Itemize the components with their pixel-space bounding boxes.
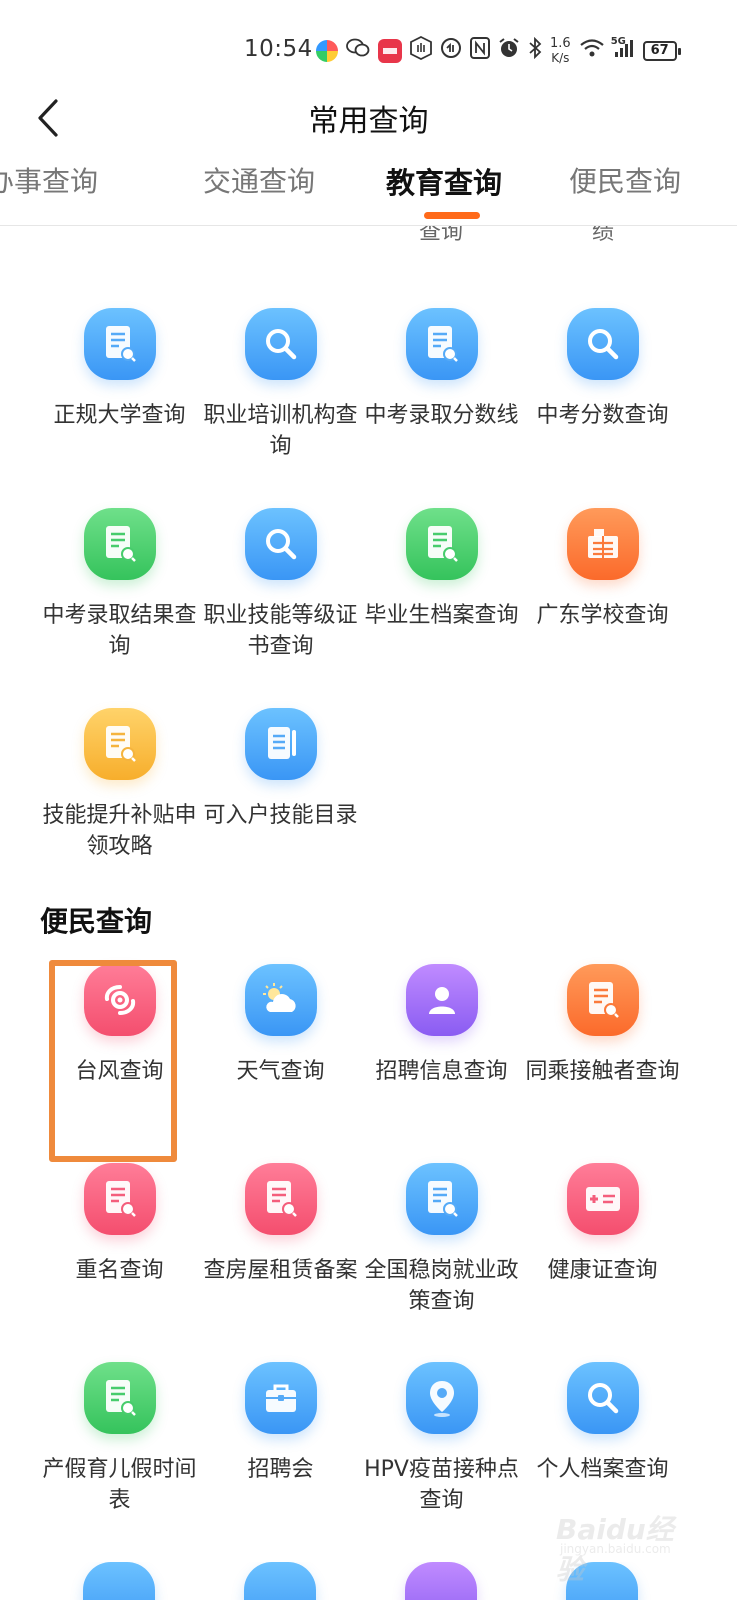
grid-item-label: 招聘会 (247, 1457, 314, 1482)
grid-item-regular-university[interactable]: 正规大学查询 (37, 308, 202, 431)
wechat-icon (346, 37, 370, 64)
grid-item-duplicate-name[interactable]: 重名查询 (37, 1163, 202, 1286)
clipped-label: 绩 (592, 226, 615, 245)
grid-item-health-certificate[interactable]: 健康证查询 (520, 1163, 685, 1286)
page-title: 常用查询 (308, 104, 429, 139)
document-search-icon (244, 1163, 317, 1235)
partial-icon (405, 1562, 477, 1600)
grid-item-label: 全国稳岗就业政策查询 (364, 1258, 519, 1314)
tab-affairs[interactable]: 办事查询 (0, 160, 98, 200)
app-notification-icon (316, 39, 338, 62)
wifi-icon (579, 38, 605, 63)
grid-item-label: 中考录取结果查询 (42, 603, 197, 659)
search-icon (244, 308, 317, 380)
id-card-icon (566, 1163, 639, 1235)
grid-item-employment-policy[interactable]: 全国稳岗就业政策查询 (359, 1163, 524, 1317)
section-title-convenience: 便民查询 (40, 905, 153, 938)
tab-traffic[interactable]: 交通查询 (203, 160, 315, 200)
document-search-icon (405, 508, 478, 580)
grid-item-label: 正规大学查询 (53, 403, 186, 428)
tab-bar: 办事查询 交通查询 教育查询 便民查询 (0, 150, 737, 226)
document-search-icon (83, 508, 156, 580)
document-search-icon (83, 308, 156, 380)
tab-convenience[interactable]: 便民查询 (569, 160, 681, 200)
weather-icon (244, 964, 317, 1036)
grid-item-label: 技能提升补贴申领攻略 (42, 803, 197, 859)
status-icons: 1.6 K/s 5G 67 (316, 35, 681, 65)
grid-item-label: HPV疫苗接种点查询 (364, 1457, 519, 1513)
partial-icon (244, 1562, 316, 1600)
nfc-icon (470, 37, 490, 64)
clipped-row: 查询 绩 (0, 226, 737, 272)
grid-item-label: 个人档案查询 (536, 1457, 669, 1482)
alarm-icon (498, 37, 520, 64)
grid-item-label: 健康证查询 (547, 1258, 658, 1283)
status-bar: 10:54 1.6 K/s 5G 67 (0, 0, 737, 96)
grid-item-label: 同乘接触者查询 (525, 1059, 680, 1084)
search-icon (566, 1362, 639, 1434)
grid-item-label: 毕业生档案查询 (364, 603, 519, 628)
baidu-watermark: Baidu经验 jingyan.baidu.com (548, 1500, 698, 1586)
grid-item-label: 产假育儿假时间表 (42, 1457, 197, 1513)
active-tab-indicator (424, 212, 480, 219)
grid-item-label: 职业技能等级证书查询 (203, 603, 358, 659)
grid-item-label: 可入户技能目录 (203, 803, 358, 828)
grid-item-rental-filing[interactable]: 查房屋租赁备案 (198, 1163, 363, 1286)
cellular-signal-icon: 5G (611, 36, 635, 63)
grid-item-recruitment-info[interactable]: 招聘信息查询 (359, 964, 524, 1087)
grid-item-exam-admission-result[interactable]: 中考录取结果查询 (37, 508, 202, 662)
document-search-icon (405, 1163, 478, 1235)
data-saver-icon (440, 37, 462, 64)
header: 常用查询 (0, 88, 737, 148)
school-building-icon (566, 508, 639, 580)
briefcase-icon (244, 1362, 317, 1434)
battery-indicator: 67 (642, 40, 681, 61)
news-app-icon (378, 38, 402, 63)
grid-item-label: 中考分数查询 (536, 403, 669, 428)
network-speed: 1.6 K/s (550, 35, 571, 65)
document-search-icon (83, 1362, 156, 1434)
document-search-icon (405, 308, 478, 380)
partial-icon (83, 1562, 155, 1600)
person-icon (405, 964, 478, 1036)
location-pin-icon (405, 1362, 478, 1434)
clipped-label: 查询 (419, 226, 464, 245)
grid-item-label: 重名查询 (75, 1258, 164, 1283)
document-search-icon (83, 708, 156, 780)
grid-item-label: 职业培训机构查询 (203, 403, 358, 459)
notebook-icon (244, 708, 317, 780)
grid-item-label: 查房屋租赁备案 (203, 1258, 358, 1283)
grid-item-graduate-archive[interactable]: 毕业生档案查询 (359, 508, 524, 631)
grid-item-exam-score[interactable]: 中考分数查询 (520, 308, 685, 431)
grid-item-weather[interactable]: 天气查询 (198, 964, 363, 1087)
grid-item-maternity-leave[interactable]: 产假育儿假时间表 (37, 1362, 202, 1516)
document-search-icon (83, 1163, 156, 1235)
grid-item-vocational-training[interactable]: 职业培训机构查询 (198, 308, 363, 462)
grid-item-label: 天气查询 (236, 1059, 325, 1084)
grid-item-close-contact[interactable]: 同乘接触者查询 (520, 964, 685, 1087)
search-icon (566, 308, 639, 380)
grid-item-exam-cutoff-score[interactable]: 中考录取分数线 (359, 308, 524, 431)
grid-item-skill-certificate[interactable]: 职业技能等级证书查询 (198, 508, 363, 662)
grid-item-label: 中考录取分数线 (364, 403, 519, 428)
watermark-sub: jingyan.baidu.com (560, 1542, 671, 1556)
grid-item-skill-subsidy[interactable]: 技能提升补贴申领攻略 (37, 708, 202, 862)
grid-item-label: 广东学校查询 (536, 603, 669, 628)
hand-icon (410, 35, 432, 65)
grid-item-label: 招聘信息查询 (375, 1059, 508, 1084)
status-time: 10:54 (244, 36, 313, 62)
grid-item-job-fair[interactable]: 招聘会 (198, 1362, 363, 1485)
bluetooth-icon (528, 36, 542, 64)
tab-education[interactable]: 教育查询 (386, 160, 502, 202)
grid-item-personal-archive[interactable]: 个人档案查询 (520, 1362, 685, 1485)
search-icon (244, 508, 317, 580)
grid-item-guangdong-school[interactable]: 广东学校查询 (520, 508, 685, 631)
highlight-box (49, 960, 177, 1162)
document-search-icon (566, 964, 639, 1036)
grid-item-hpv-vaccine[interactable]: HPV疫苗接种点查询 (359, 1362, 524, 1516)
grid-item-household-skill-catalog[interactable]: 可入户技能目录 (198, 708, 363, 831)
